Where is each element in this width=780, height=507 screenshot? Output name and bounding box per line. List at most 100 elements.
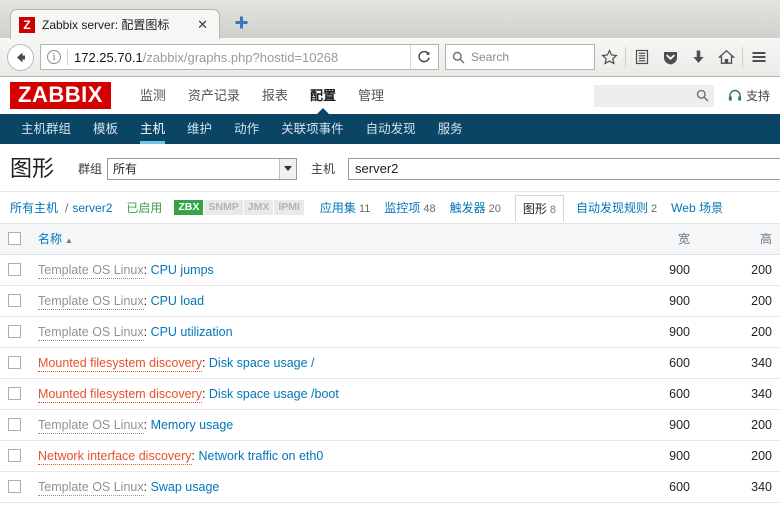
row-graph-name[interactable]: Swap usage bbox=[151, 480, 220, 494]
support-link[interactable]: 支持 bbox=[728, 87, 770, 104]
row-select-cell bbox=[0, 316, 30, 348]
zabbix-app: ZABBIX 监测 资产记录 报表 配置 管理 支持 主机群组 模板 主机 维护… bbox=[0, 77, 780, 504]
menu-icon[interactable] bbox=[745, 42, 773, 72]
badge-ipmi: IPMI bbox=[274, 199, 304, 216]
browser-search-box[interactable]: Search bbox=[445, 44, 595, 70]
breadcrumb-all-hosts[interactable]: 所有主机 bbox=[10, 199, 58, 216]
subnav-actions[interactable]: 动作 bbox=[223, 114, 270, 144]
row-checkbox[interactable] bbox=[8, 387, 21, 400]
new-tab-icon[interactable] bbox=[234, 15, 249, 33]
home-icon[interactable] bbox=[712, 42, 740, 72]
row-prefix[interactable]: Template OS Linux bbox=[38, 262, 144, 279]
host-input[interactable]: server2 bbox=[348, 157, 780, 180]
table-row: Mounted filesystem discovery: Disk space… bbox=[0, 347, 780, 379]
row-select-cell bbox=[0, 409, 30, 441]
row-checkbox[interactable] bbox=[8, 418, 21, 431]
browser-tab[interactable]: Z Zabbix server: 配置图标 ✕ bbox=[10, 9, 220, 39]
library-icon[interactable] bbox=[628, 42, 656, 72]
subnav-services[interactable]: 服务 bbox=[427, 114, 474, 144]
subnav-hosts[interactable]: 主机 bbox=[129, 114, 176, 144]
row-width: 600 bbox=[616, 471, 698, 503]
row-graph-name[interactable]: Disk space usage /boot bbox=[209, 387, 339, 401]
row-graph-name[interactable]: Memory usage bbox=[151, 418, 234, 432]
app-search-input[interactable] bbox=[593, 84, 714, 107]
row-prefix[interactable]: Network interface discovery bbox=[38, 448, 192, 465]
subnav-templates[interactable]: 模板 bbox=[82, 114, 129, 144]
row-prefix[interactable]: Template OS Linux bbox=[38, 293, 144, 310]
row-prefix[interactable]: Template OS Linux bbox=[38, 479, 144, 496]
page-title: 图形 bbox=[10, 155, 55, 181]
column-header-name[interactable]: 名称 ▲ bbox=[30, 224, 616, 255]
row-prefix[interactable]: Template OS Linux bbox=[38, 324, 144, 341]
tab-items-count: 48 bbox=[423, 203, 436, 215]
subnav-maintenance[interactable]: 维护 bbox=[176, 114, 223, 144]
row-checkbox[interactable] bbox=[8, 263, 21, 276]
tab-graphs[interactable]: 图形 8 bbox=[514, 195, 565, 222]
browser-search-placeholder: Search bbox=[471, 50, 510, 64]
main-nav-inventory[interactable]: 资产记录 bbox=[177, 77, 251, 114]
row-colon: : bbox=[143, 293, 151, 308]
group-select[interactable]: 所有 bbox=[107, 157, 298, 180]
tab-applications[interactable]: 应用集 11 bbox=[320, 199, 370, 216]
row-colon: : bbox=[143, 417, 151, 432]
close-icon[interactable]: ✕ bbox=[194, 18, 211, 31]
row-colon: : bbox=[143, 324, 151, 339]
star-icon bbox=[600, 48, 618, 65]
pocket-icon[interactable] bbox=[656, 42, 684, 72]
column-header-width: 宽 bbox=[616, 224, 698, 255]
select-all-header bbox=[0, 224, 30, 255]
row-graph-name[interactable]: Disk space usage / bbox=[209, 356, 315, 370]
host-label: 主机 bbox=[311, 162, 336, 176]
row-prefix[interactable]: Mounted filesystem discovery bbox=[38, 355, 202, 372]
row-name-cell: Template OS Linux: CPU load bbox=[30, 285, 616, 317]
subnav-discovery[interactable]: 自动发现 bbox=[355, 114, 427, 144]
table-header-row: 名称 ▲ 宽 高 bbox=[0, 224, 780, 255]
row-checkbox[interactable] bbox=[8, 356, 21, 369]
toolbar-divider bbox=[625, 47, 626, 67]
breadcrumb-host[interactable]: server2 bbox=[72, 201, 112, 215]
row-graph-name[interactable]: CPU jumps bbox=[151, 263, 214, 277]
reload-button[interactable] bbox=[410, 45, 436, 69]
status-badge[interactable]: 已启用 bbox=[126, 199, 162, 216]
interface-badges: ZBX SNMP JMX IPMI bbox=[174, 199, 304, 216]
bookmark-star-icon[interactable] bbox=[595, 42, 623, 72]
table-body: Template OS Linux: CPU jumps 900 200 Tem… bbox=[0, 254, 780, 503]
row-checkbox[interactable] bbox=[8, 294, 21, 307]
main-nav-administration[interactable]: 管理 bbox=[347, 77, 395, 114]
select-all-checkbox[interactable] bbox=[8, 232, 21, 246]
row-name-cell: Network interface discovery: Network tra… bbox=[30, 440, 616, 472]
row-graph-name[interactable]: CPU load bbox=[151, 294, 205, 308]
row-graph-name[interactable]: CPU utilization bbox=[151, 325, 233, 339]
tab-items[interactable]: 监控项 48 bbox=[384, 199, 435, 216]
site-info-icon[interactable]: i bbox=[47, 50, 61, 64]
back-button[interactable] bbox=[7, 43, 34, 71]
row-prefix[interactable]: Template OS Linux bbox=[38, 417, 144, 434]
row-prefix[interactable]: Mounted filesystem discovery bbox=[38, 386, 202, 403]
row-name-cell: Mounted filesystem discovery: Disk space… bbox=[30, 378, 616, 410]
row-checkbox[interactable] bbox=[8, 325, 21, 338]
row-graph-name[interactable]: Network traffic on eth0 bbox=[198, 449, 323, 463]
main-nav-configuration[interactable]: 配置 bbox=[299, 77, 347, 115]
row-height: 200 bbox=[698, 440, 780, 472]
row-select-cell bbox=[0, 285, 30, 317]
main-nav-reports[interactable]: 报表 bbox=[251, 77, 299, 114]
row-width: 600 bbox=[616, 347, 698, 379]
row-checkbox[interactable] bbox=[8, 480, 21, 493]
tab-triggers[interactable]: 触发器 20 bbox=[450, 199, 501, 216]
tab-web-scenarios[interactable]: Web 场景 bbox=[671, 199, 723, 216]
tab-graphs-count: 8 bbox=[549, 204, 557, 216]
downloads-icon[interactable] bbox=[684, 42, 712, 72]
tab-discovery-rules[interactable]: 自动发现规则 2 bbox=[576, 199, 657, 216]
tab-triggers-count: 20 bbox=[488, 203, 501, 215]
url-divider bbox=[67, 49, 68, 65]
home-icon-glyph bbox=[717, 49, 735, 64]
subnav-host-groups[interactable]: 主机群组 bbox=[10, 114, 82, 144]
chevron-down-icon bbox=[279, 158, 297, 179]
row-checkbox[interactable] bbox=[8, 449, 21, 462]
main-nav-monitoring[interactable]: 监测 bbox=[129, 77, 177, 114]
row-width: 900 bbox=[616, 285, 698, 317]
url-bar[interactable]: i 172.25.70.1/zabbix/graphs.php?hostid=1… bbox=[40, 44, 439, 70]
zabbix-logo[interactable]: ZABBIX bbox=[10, 82, 111, 109]
table-row: Template OS Linux: CPU load 900 200 bbox=[0, 285, 780, 317]
subnav-event-correlation[interactable]: 关联项事件 bbox=[270, 114, 355, 144]
